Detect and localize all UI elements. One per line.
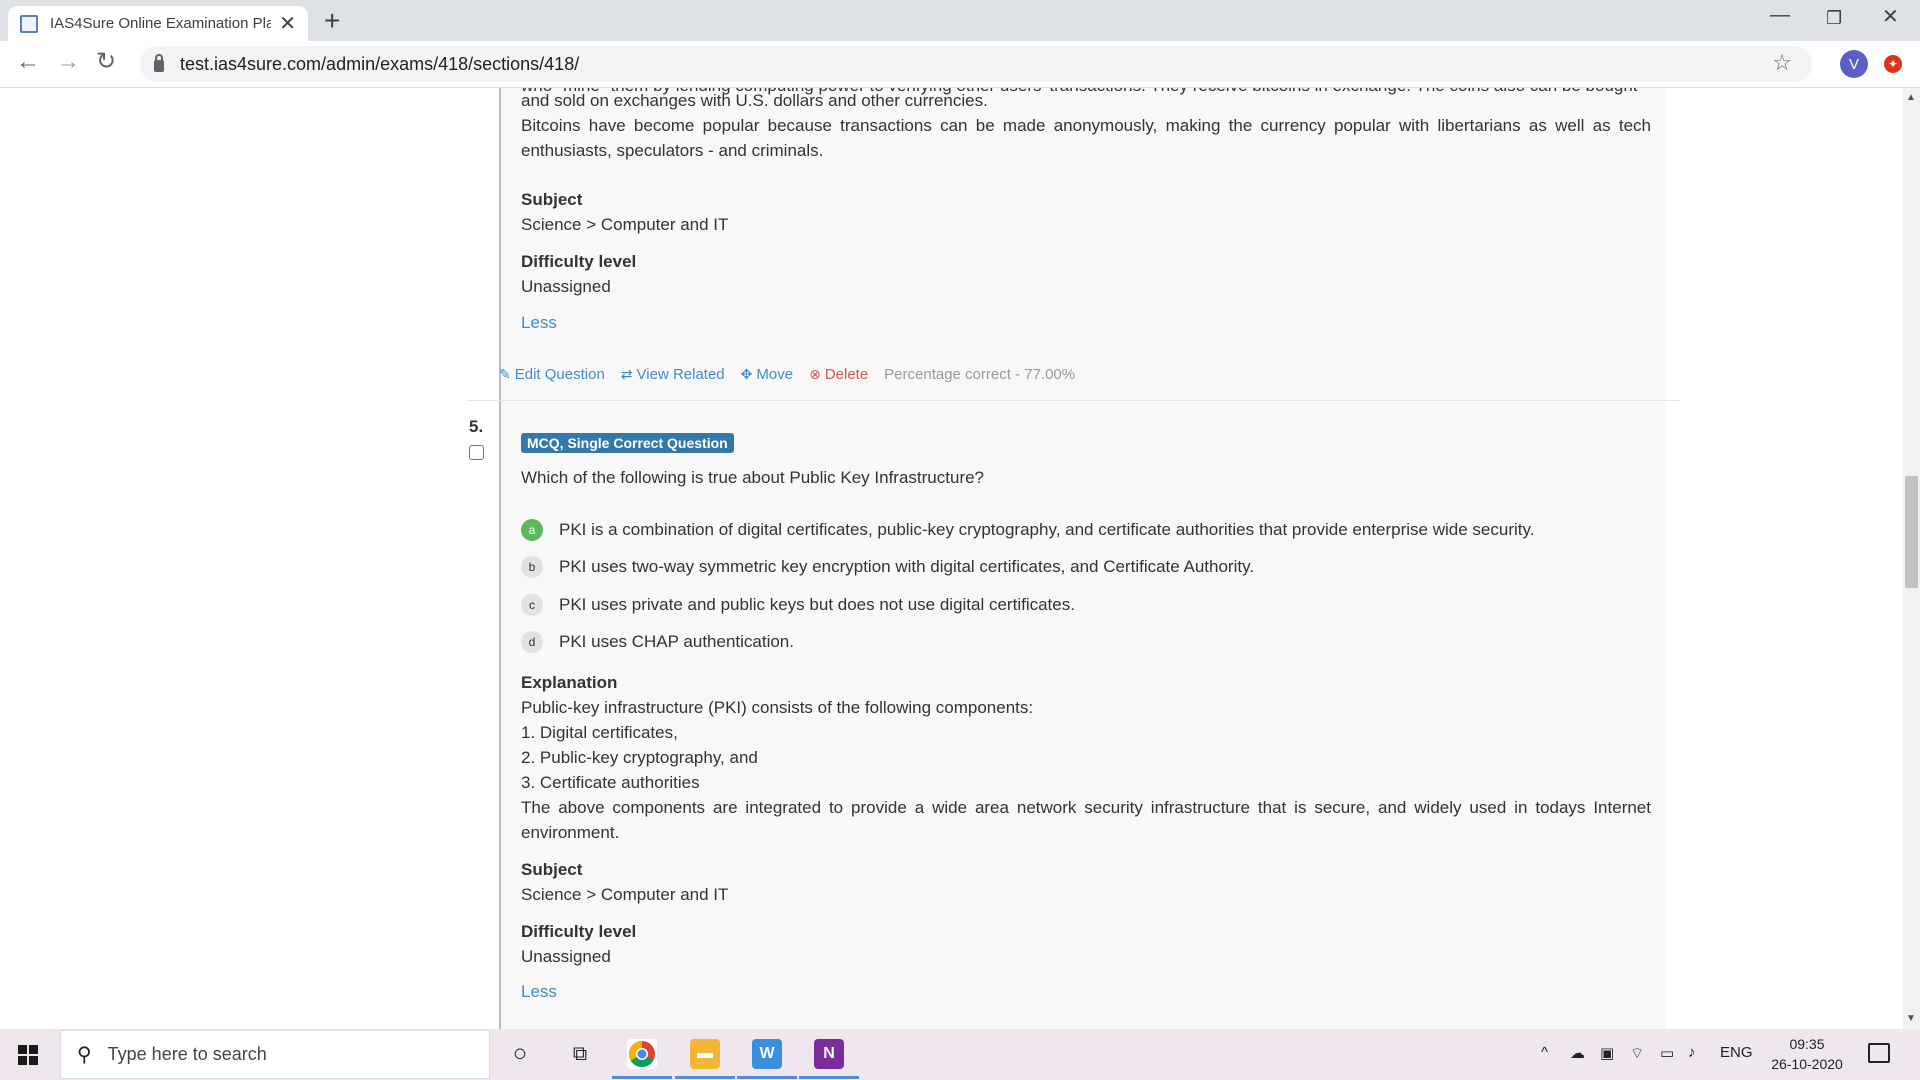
- question-number: 5.: [469, 417, 484, 436]
- question-divider: [467, 400, 1680, 401]
- volume-icon[interactable]: ♪: [1688, 1044, 1696, 1061]
- delete-icon: ⊗: [809, 366, 821, 382]
- explanation-paragraph: The above components are integrated to p…: [521, 798, 1651, 842]
- restore-icon[interactable]: ❐: [1826, 8, 1842, 29]
- exchange-icon: ⇄: [620, 366, 633, 382]
- close-window-icon[interactable]: ✕: [1882, 4, 1899, 29]
- show-hidden-icons-icon[interactable]: ^: [1541, 1044, 1548, 1061]
- chrome-app-icon[interactable]: [627, 1039, 657, 1069]
- prev-explanation-paragraph: Bitcoins have become popular because tra…: [521, 116, 1651, 160]
- writer-app-icon[interactable]: W: [752, 1039, 782, 1069]
- prev-subject-value: Science > Computer and IT: [521, 215, 729, 234]
- delete-button[interactable]: ⊗ Delete: [809, 366, 868, 383]
- prev-difficulty-label: Difficulty level: [521, 252, 637, 271]
- scroll-up-icon[interactable]: ▲: [1906, 92, 1916, 103]
- page-content: who "mine" them by lending computing pow…: [0, 88, 1903, 1029]
- url-text[interactable]: test.ias4sure.com/admin/exams/418/sectio…: [180, 54, 579, 75]
- prev-subject-label: Subject: [521, 190, 583, 209]
- edit-icon: ✎: [499, 366, 511, 382]
- option-text: PKI uses private and public keys but doe…: [559, 595, 1075, 614]
- option-c: c PKI uses private and public keys but d…: [521, 594, 1075, 616]
- browser-tab-bar: IAS4Sure Online Examination Pla ✕ + — ❐ …: [0, 0, 1920, 41]
- edit-question-button[interactable]: ✎ Edit Question: [499, 366, 605, 383]
- less-link[interactable]: Less: [521, 982, 557, 1002]
- edit-question-label: Edit Question: [514, 366, 605, 383]
- taskbar-search-box[interactable]: ⚲ Type here to search: [60, 1030, 490, 1079]
- onenote-app-icon[interactable]: N: [814, 1039, 844, 1069]
- scroll-down-icon[interactable]: ▼: [1906, 1013, 1916, 1024]
- explanation-line: 3. Certificate authorities: [521, 773, 700, 792]
- tab-title: IAS4Sure Online Examination Pla: [50, 15, 272, 32]
- close-tab-icon[interactable]: ✕: [279, 14, 296, 34]
- option-letter: d: [521, 631, 543, 653]
- delete-label: Delete: [824, 366, 869, 383]
- explanation-line: 2. Public-key cryptography, and: [521, 748, 758, 767]
- view-related-label: View Related: [636, 366, 725, 383]
- new-tab-icon[interactable]: +: [324, 7, 340, 35]
- browser-tab[interactable]: IAS4Sure Online Examination Pla ✕: [8, 6, 308, 41]
- explorer-active-indicator: [675, 1076, 735, 1079]
- option-b: b PKI uses two-way symmetric key encrypt…: [521, 556, 1254, 578]
- difficulty-value: Unassigned: [521, 947, 611, 966]
- option-letter: b: [521, 556, 543, 578]
- file-explorer-icon[interactable]: ▬: [690, 1039, 720, 1069]
- question-type-badge: MCQ, Single Correct Question: [521, 433, 734, 453]
- notifications-icon[interactable]: [1868, 1043, 1890, 1063]
- question-text: Which of the following is true about Pub…: [521, 468, 985, 487]
- windows-taskbar: ⚲ Type here to search ○ ⧉ ▬ W N ^ ☁ ▣ ⌔ …: [0, 1029, 1920, 1080]
- option-d: d PKI uses CHAP authentication.: [521, 631, 794, 653]
- explanation-label: Explanation: [521, 673, 618, 692]
- page-favicon-icon: [20, 14, 38, 33]
- question-select-checkbox[interactable]: [469, 445, 484, 460]
- scroll-thumb[interactable]: [1905, 476, 1918, 588]
- move-label: Move: [756, 366, 794, 383]
- percentage-correct: Percentage correct - 77.00%: [884, 366, 1076, 383]
- clock[interactable]: 09:35 26-10-2020: [1762, 1034, 1852, 1074]
- wifi-icon[interactable]: ⌔: [1630, 1044, 1644, 1063]
- windows-start-icon[interactable]: [18, 1045, 38, 1065]
- profile-avatar[interactable]: V: [1840, 50, 1868, 78]
- minimize-icon[interactable]: —: [1770, 4, 1790, 27]
- option-a: a PKI is a combination of digital certif…: [521, 519, 1534, 541]
- subject-value: Science > Computer and IT: [521, 885, 729, 904]
- page-scrollbar[interactable]: ▲ ▼: [1903, 88, 1920, 1029]
- search-icon: ⚲: [77, 1044, 92, 1066]
- onenote-active-indicator: [799, 1076, 859, 1079]
- reload-icon[interactable]: ↻: [96, 50, 116, 74]
- difficulty-label: Difficulty level: [521, 922, 637, 941]
- explanation-line: Public-key infrastructure (PKI) consists…: [521, 698, 1034, 717]
- subject-label: Subject: [521, 860, 583, 879]
- view-related-button[interactable]: ⇄ View Related: [621, 366, 725, 383]
- option-text: PKI uses CHAP authentication.: [559, 632, 794, 651]
- extension-icon[interactable]: ✦: [1884, 55, 1902, 73]
- language-indicator[interactable]: ENG: [1720, 1044, 1753, 1061]
- cortana-icon[interactable]: ○: [505, 1039, 535, 1069]
- move-icon: ✥: [740, 366, 753, 382]
- cloud-sync-icon[interactable]: ☁: [1570, 1044, 1585, 1062]
- chrome-active-indicator: [612, 1076, 672, 1079]
- browser-toolbar: ← → ↻ test.ias4sure.com/admin/exams/418/…: [0, 41, 1920, 88]
- option-text: PKI is a combination of digital certific…: [559, 520, 1535, 539]
- search-placeholder: Type here to search: [107, 1044, 267, 1064]
- prev-less-link[interactable]: Less: [521, 313, 557, 333]
- prev-explanation-line: and sold on exchanges with U.S. dollars …: [521, 91, 988, 110]
- option-letter-correct: a: [521, 519, 543, 541]
- forward-arrow-icon[interactable]: →: [56, 50, 80, 74]
- back-arrow-icon[interactable]: ←: [16, 50, 40, 74]
- option-text: PKI uses two-way symmetric key encryptio…: [559, 557, 1255, 576]
- question-actions: ✎ Edit Question ⇄ View Related ✥ Move ⊗ …: [499, 366, 1075, 383]
- battery-icon[interactable]: ▭: [1660, 1044, 1674, 1062]
- monitor-icon[interactable]: ▣: [1600, 1044, 1614, 1062]
- task-view-icon[interactable]: ⧉: [565, 1039, 595, 1069]
- explanation-line: 1. Digital certificates,: [521, 723, 678, 742]
- lock-icon: [154, 54, 164, 72]
- move-button[interactable]: ✥ Move: [741, 366, 793, 383]
- writer-active-indicator: [737, 1076, 797, 1079]
- prev-difficulty-value: Unassigned: [521, 277, 611, 296]
- address-bar[interactable]: test.ias4sure.com/admin/exams/418/sectio…: [140, 46, 1812, 82]
- clock-date: 26-10-2020: [1771, 1056, 1843, 1072]
- bookmark-star-icon[interactable]: ☆: [1772, 50, 1792, 76]
- clock-time: 09:35: [1789, 1036, 1825, 1052]
- option-letter: c: [521, 594, 543, 616]
